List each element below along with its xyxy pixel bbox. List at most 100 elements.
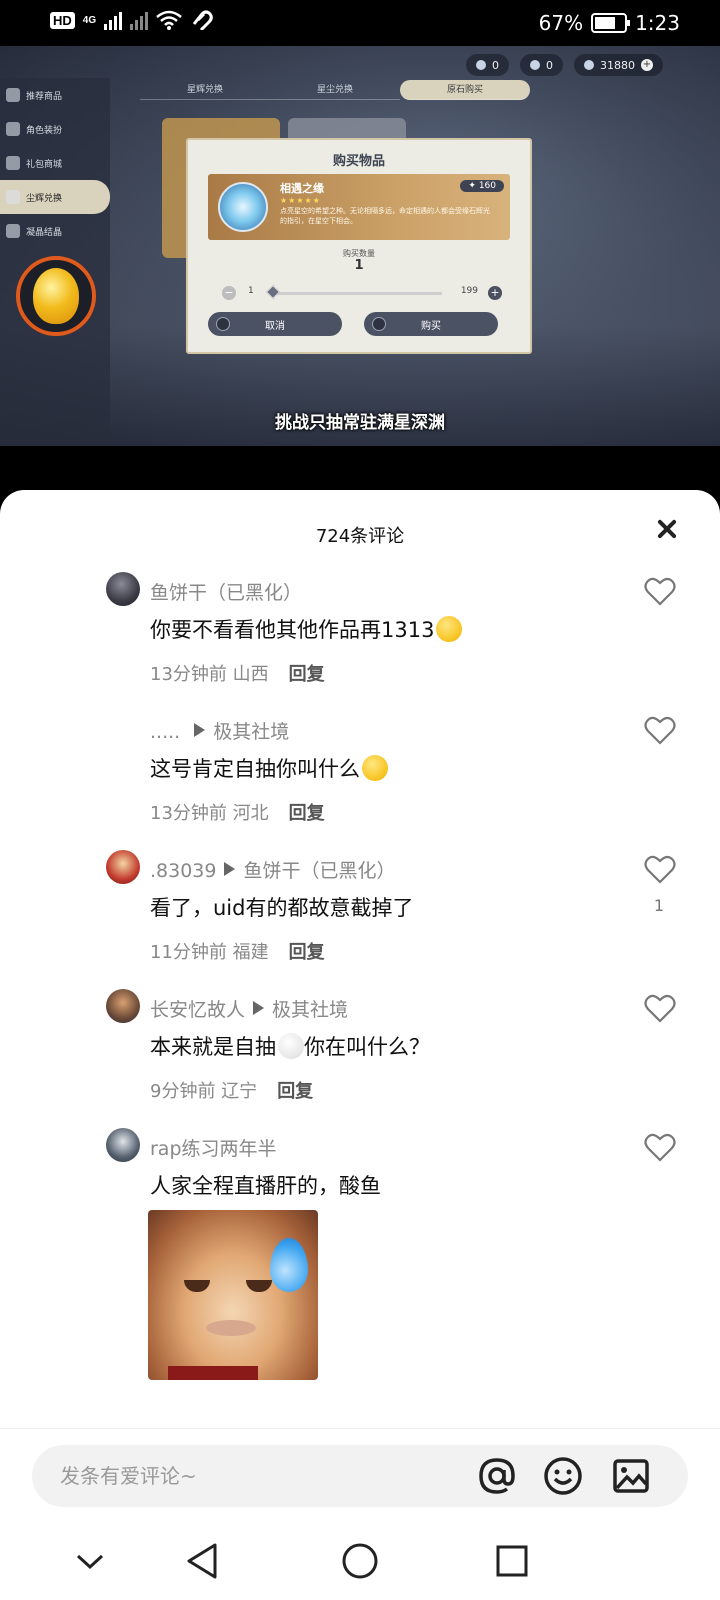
clock: 1:23 <box>635 11 680 35</box>
comment-input-bar <box>0 1428 720 1600</box>
comment-location: 福建 <box>232 942 269 963</box>
avatar[interactable] <box>106 572 140 606</box>
tab-starglitter: 星辉兑换 <box>140 80 270 100</box>
quantity-min: 1 <box>248 286 254 296</box>
like-heart-icon[interactable] <box>644 993 676 1023</box>
status-left: HD 4G <box>50 10 214 30</box>
intertwined-fate-icon <box>218 182 268 232</box>
cat-collar <box>168 1366 258 1380</box>
eye-roll-emoji-icon <box>278 1033 304 1059</box>
at-icon[interactable] <box>476 1455 518 1497</box>
network-type: 4G <box>82 14 97 26</box>
cat-eyes <box>178 1280 278 1300</box>
gift-icon <box>6 156 20 170</box>
side-item-recommended: 推荐商品 <box>0 78 110 112</box>
author-name[interactable]: ..... <box>150 721 186 743</box>
currency-pill-1: 0 <box>466 54 509 76</box>
comment-body: 人家全程直播肝的，酸鱼 <box>150 1174 381 1198</box>
recents-square-icon[interactable] <box>490 1539 534 1583</box>
crystal-icon <box>6 224 20 238</box>
slider-track <box>272 292 442 295</box>
author-name[interactable]: rap练习两年半 <box>150 1138 277 1160</box>
confirm-glyph-icon <box>372 317 386 331</box>
comment-input[interactable] <box>60 1459 440 1493</box>
author-name[interactable]: .83039 <box>150 860 216 882</box>
side-item-bundles: 礼包商城 <box>0 146 110 180</box>
home-circle-icon[interactable] <box>338 1539 382 1583</box>
video-subtitle: 挑战只抽常驻满星深渊 <box>275 413 445 433</box>
price-value: 160 <box>478 181 496 191</box>
comment-body: 看了，uid有的都故意截掉了 <box>150 896 414 920</box>
video-player[interactable]: 0 0 31880 + 推荐商品 角色装扮 礼包商城 尘辉兑换 凝晶结晶 星辉兑换… <box>0 46 720 446</box>
plus-icon: + <box>488 286 502 300</box>
side-item-exchange: 尘辉兑换 <box>0 180 110 214</box>
like-heart-icon[interactable] <box>644 1132 676 1162</box>
comment-time: 9分钟前 <box>150 1081 216 1102</box>
reply-button[interactable]: 回复 <box>289 803 325 824</box>
currency-value: 0 <box>492 58 499 72</box>
like-heart-icon[interactable] <box>644 576 676 606</box>
pleading-face-emoji-icon <box>436 616 463 642</box>
diamond-icon <box>530 60 540 70</box>
collapse-chevron-icon[interactable] <box>68 1539 112 1583</box>
item-stars: ★★★★★ <box>280 196 321 205</box>
add-currency-icon: + <box>641 59 653 71</box>
reply-button[interactable]: 回复 <box>289 942 325 963</box>
currency-pill-3: 31880 + <box>574 54 663 76</box>
comment-input-pill[interactable] <box>32 1445 688 1507</box>
comment-location: 山西 <box>232 664 269 685</box>
reply-to-name[interactable]: 极其社境 <box>213 721 289 743</box>
cancel-label: 取消 <box>265 320 285 332</box>
signal-secondary-icon <box>130 10 149 30</box>
reply-button[interactable]: 回复 <box>277 1081 313 1102</box>
avatar[interactable] <box>106 989 140 1023</box>
minus-icon: − <box>222 286 236 300</box>
dialog-title: 购买物品 <box>332 154 385 169</box>
wifi-icon <box>156 10 182 30</box>
comment-meta: 13分钟前 河北 回复 <box>150 799 325 825</box>
avatar[interactable] <box>106 1128 140 1162</box>
quantity-value: 1 <box>354 258 364 273</box>
avatar[interactable] <box>106 850 140 884</box>
cancel-button: 取消 <box>208 312 342 336</box>
side-item-outfits: 角色装扮 <box>0 112 110 146</box>
comment-location: 河北 <box>232 803 269 824</box>
like-count: 1 <box>653 896 664 915</box>
author-name[interactable]: 鱼饼干（已黑化） <box>150 582 302 604</box>
comment-author[interactable]: rap练习两年半 <box>150 1134 277 1161</box>
comment-meta: 13分钟前 山西 回复 <box>150 660 325 686</box>
primogem-icon <box>584 60 594 70</box>
comment-time: 13分钟前 <box>150 664 227 685</box>
reply-arrow-icon <box>253 1001 265 1015</box>
like-heart-icon[interactable] <box>644 715 676 745</box>
like-heart-icon[interactable] <box>644 854 676 884</box>
comment-location: 辽宁 <box>221 1081 258 1102</box>
side-item-crystal: 凝晶结晶 <box>0 214 110 248</box>
buy-label: 购买 <box>421 320 441 332</box>
side-item-label: 礼包商城 <box>26 159 63 170</box>
quantity-slider: − 1 199 + <box>222 284 502 302</box>
emoji-icon[interactable] <box>542 1455 584 1497</box>
reply-button[interactable]: 回复 <box>289 664 325 685</box>
author-name[interactable]: 长安忆故人 <box>150 999 245 1021</box>
comment-author[interactable]: ..... 极其社境 <box>150 717 289 744</box>
comment-text: 本来就是自抽 你在叫什么？ <box>150 1031 430 1061</box>
hd-badge: HD <box>50 11 75 29</box>
shop-icon <box>6 88 20 102</box>
reply-to-name[interactable]: 极其社境 <box>272 999 348 1021</box>
comment-author[interactable]: 鱼饼干（已黑化） <box>150 578 302 605</box>
comment-text: 人家全程直播肝的，酸鱼 <box>150 1170 381 1200</box>
system-nav-bar <box>0 1529 720 1600</box>
image-icon[interactable] <box>610 1455 652 1497</box>
side-item-label: 凝晶结晶 <box>26 227 63 238</box>
comment-body: 这号肯定自抽你叫什么 <box>150 757 360 781</box>
cancel-glyph-icon <box>216 317 230 331</box>
back-triangle-icon[interactable] <box>180 1539 224 1583</box>
side-item-label: 角色装扮 <box>26 125 63 136</box>
comment-image-cat-sticker[interactable] <box>148 1210 318 1380</box>
comment-author[interactable]: .83039 鱼饼干（已黑化） <box>150 856 396 883</box>
reply-to-name[interactable]: 鱼饼干（已黑化） <box>243 860 395 882</box>
close-icon[interactable] <box>654 516 680 542</box>
golden-egg-icon <box>33 268 79 324</box>
comment-author[interactable]: 长安忆故人 极其社境 <box>150 995 348 1022</box>
